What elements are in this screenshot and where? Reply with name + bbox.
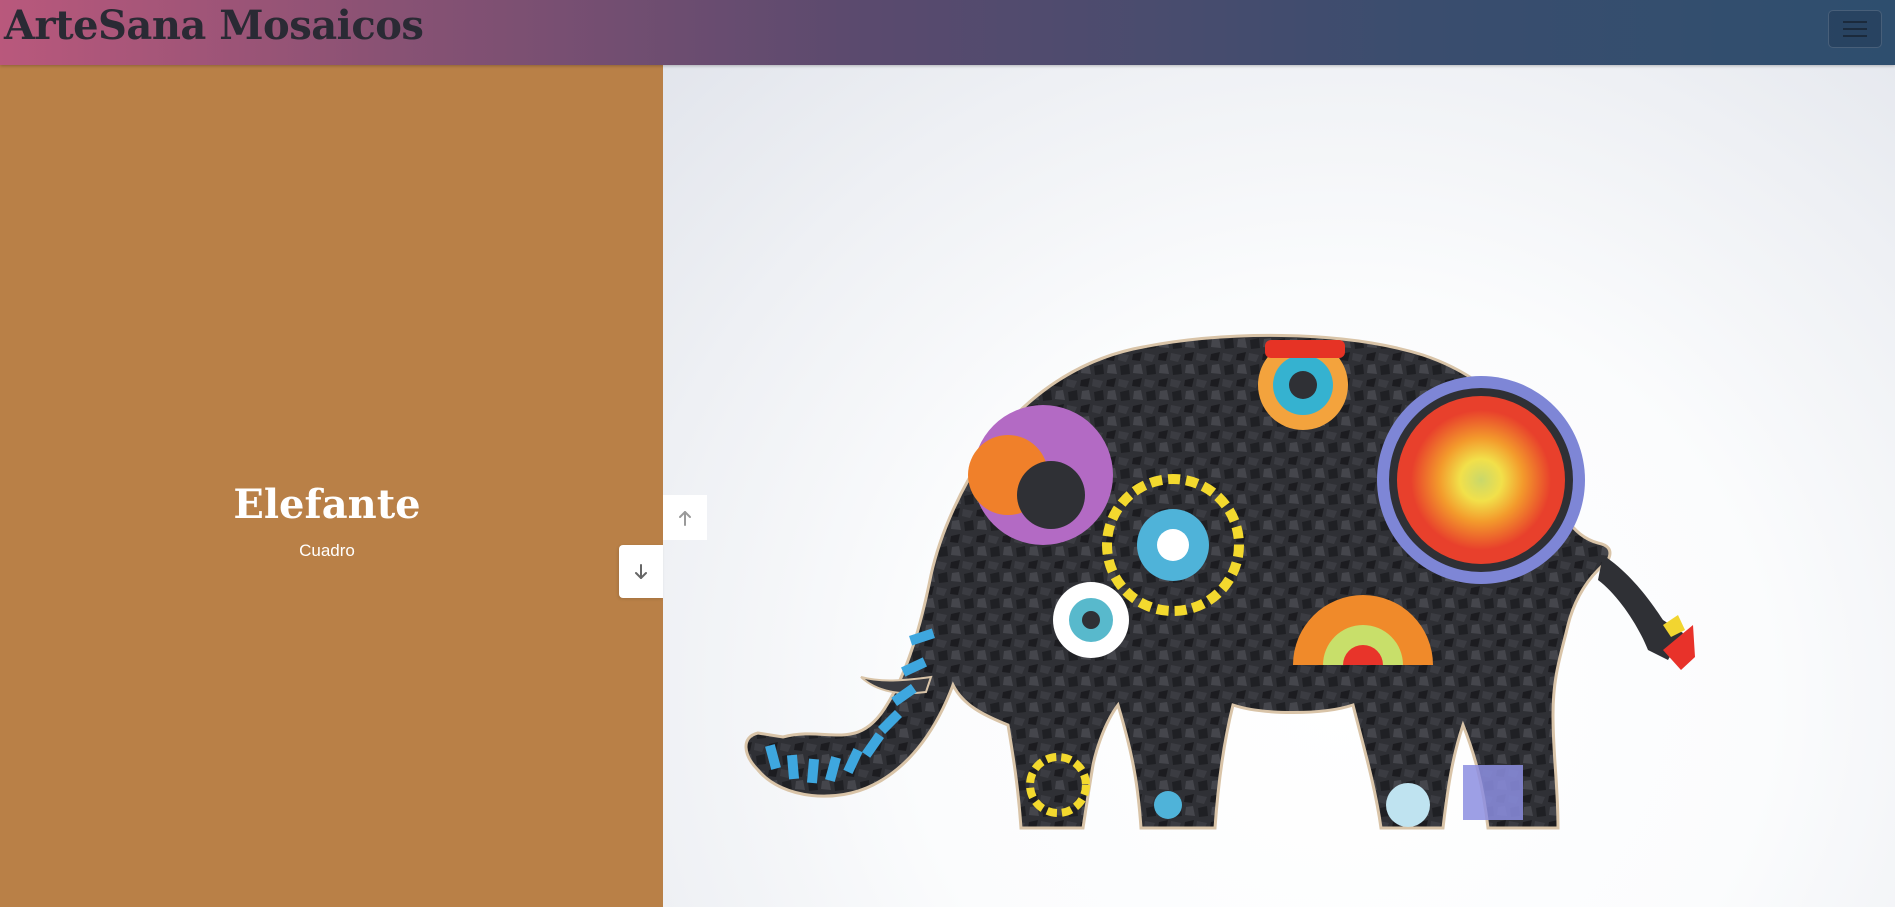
brand-logo[interactable]: ArteSana Mosaicos: [4, 2, 424, 50]
slide-image-panel: [663, 65, 1895, 907]
sun-medallion: [1377, 376, 1585, 584]
menu-toggle-button[interactable]: [1828, 10, 1882, 48]
arrow-down-icon: [635, 563, 647, 579]
top-flower: [1258, 340, 1348, 430]
arrow-up-icon: [679, 510, 691, 526]
navbar: ArteSana Mosaicos: [0, 0, 1895, 65]
slide-title: Elefante: [233, 481, 421, 528]
scroll-up-button[interactable]: [663, 495, 707, 540]
mosaic-elephant-image: [744, 333, 1695, 830]
scroll-down-button[interactable]: [619, 545, 663, 598]
hamburger-menu-icon: [1843, 21, 1867, 37]
slide-subtitle: Cuadro: [299, 541, 355, 560]
white-flower: [1053, 582, 1129, 658]
